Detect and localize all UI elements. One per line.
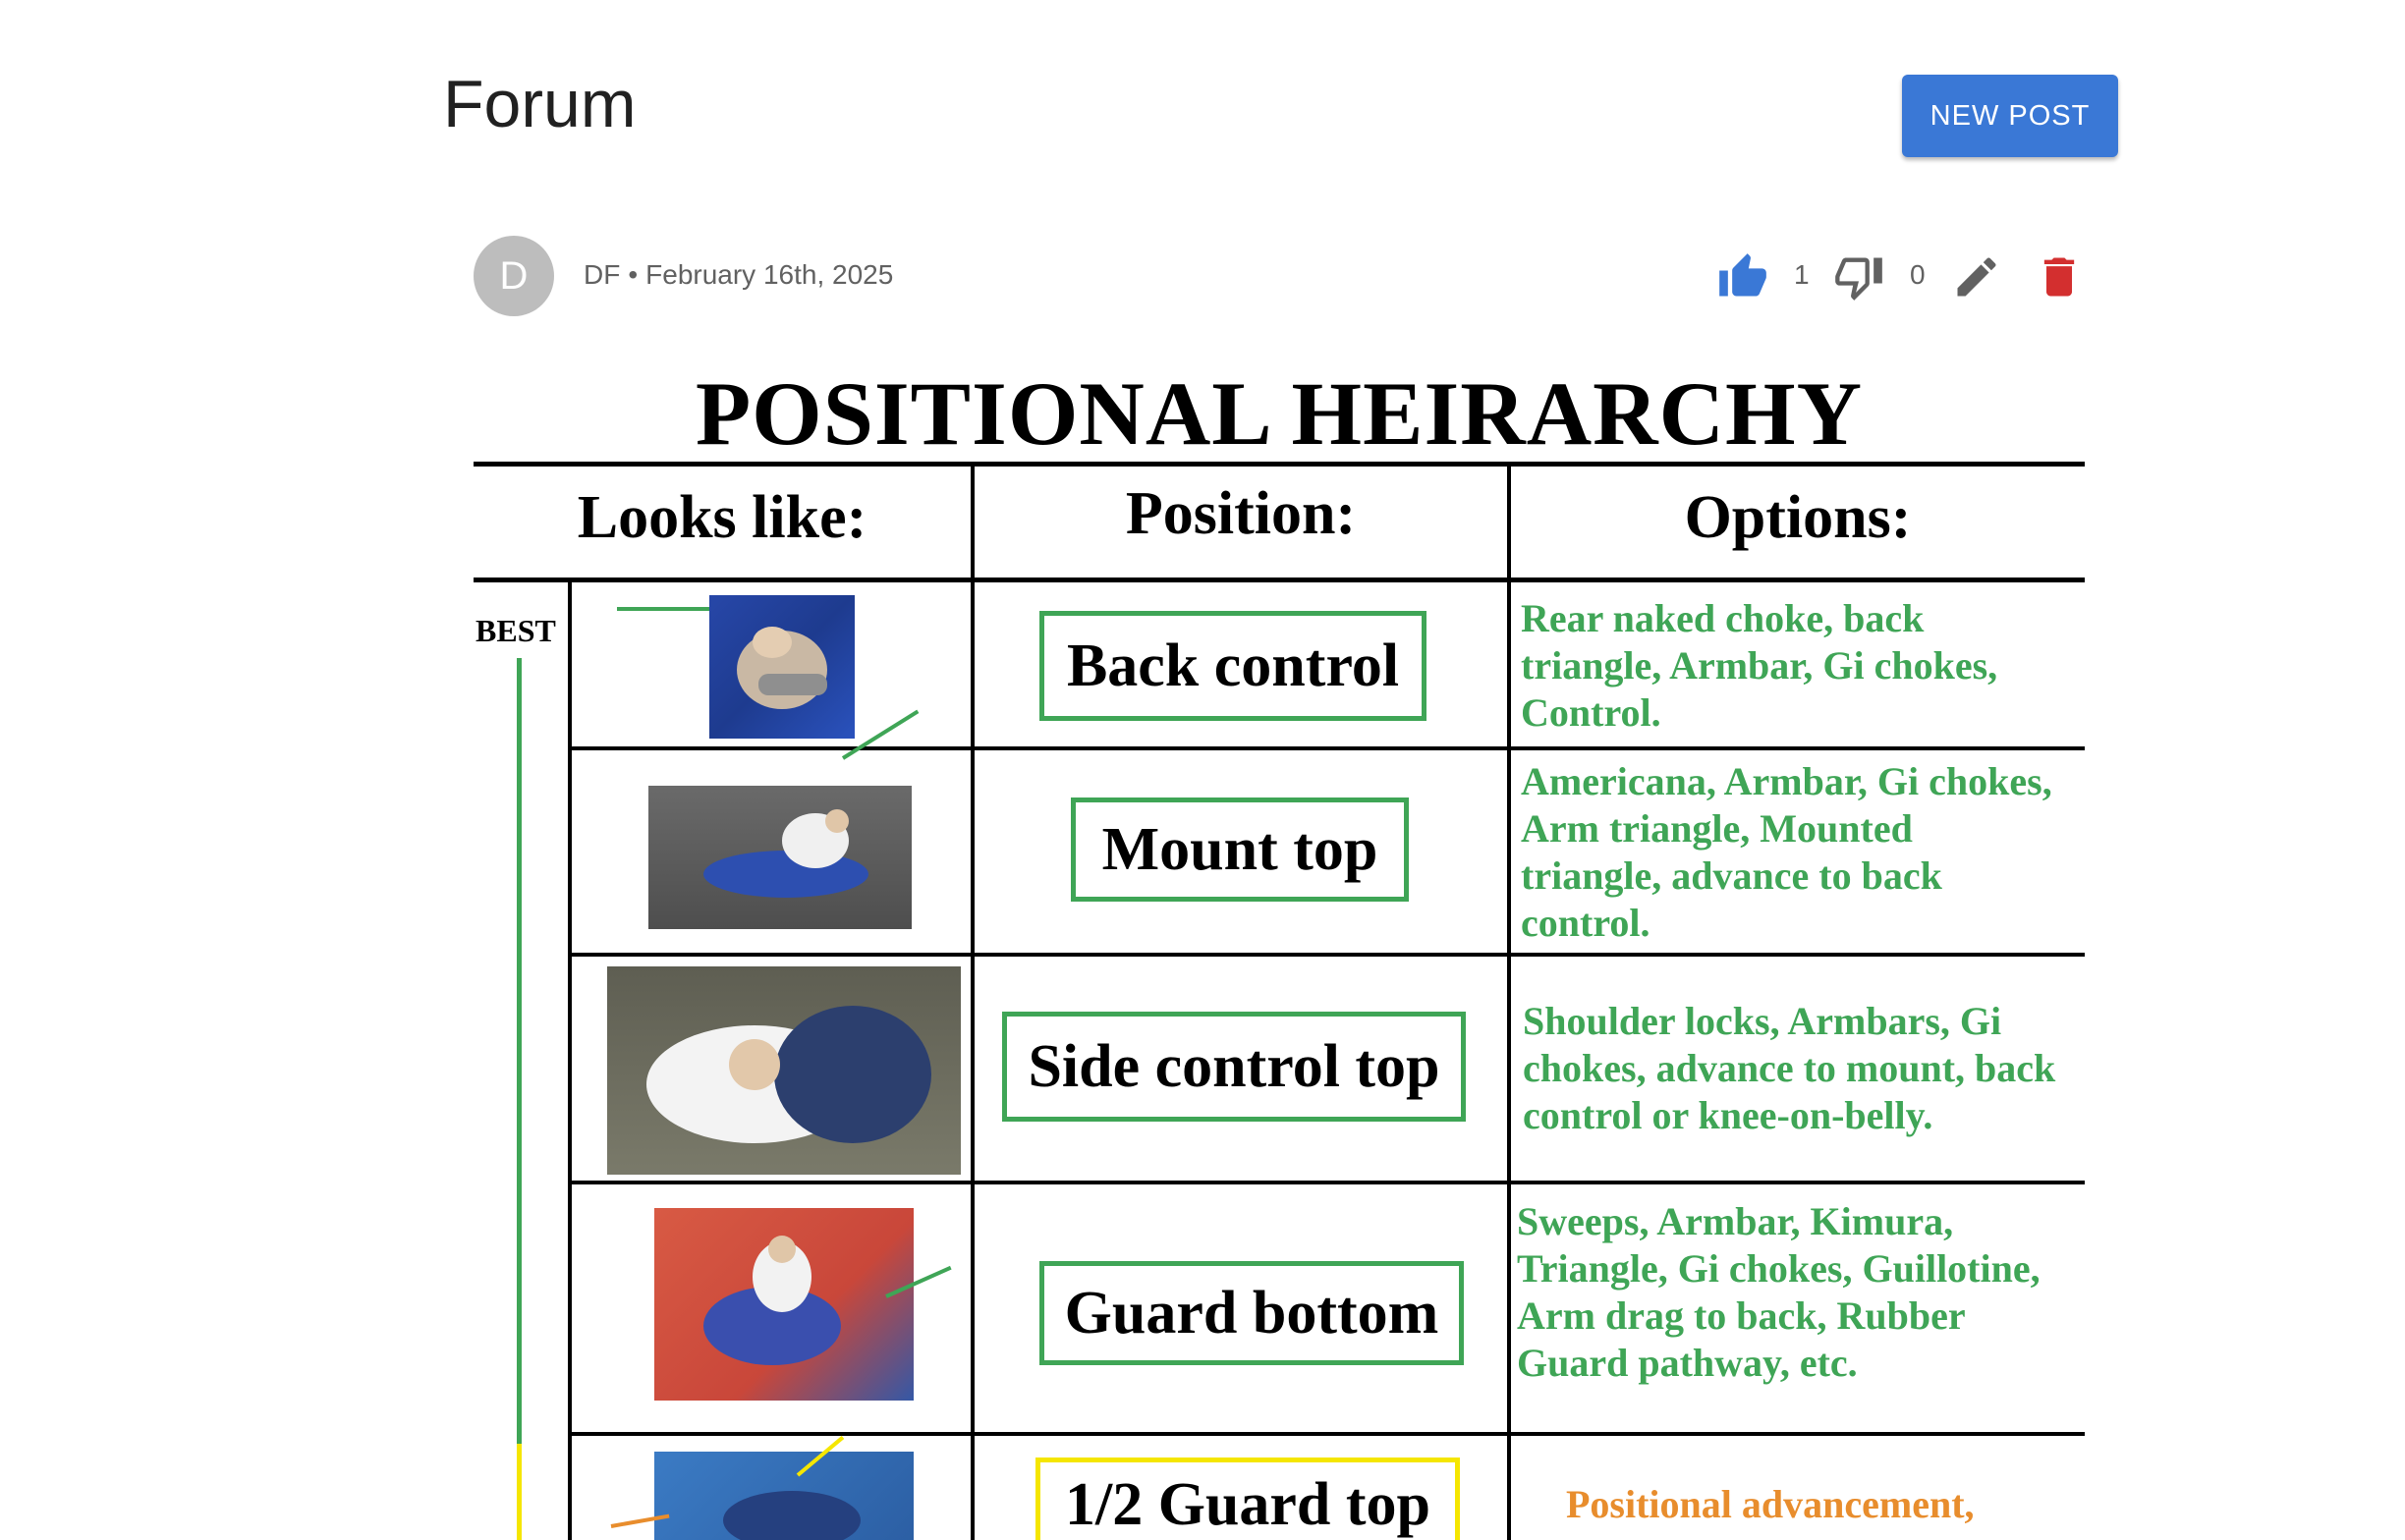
col-line-2: [1507, 464, 1511, 1540]
option-line: Guard pathway, etc.: [1517, 1341, 1858, 1385]
post-image-positional-hierarchy: POSITIONAL HEIRARCHY Looks like: Positio…: [474, 354, 2085, 1540]
row-line-1: [568, 746, 2085, 750]
position-mount-top: Mount top: [1071, 798, 1409, 902]
row-line-2: [568, 953, 2085, 957]
option-line: Positional advancement,: [1566, 1482, 1975, 1526]
table-top-line: [474, 462, 2085, 467]
figure-title: POSITIONAL HEIRARCHY: [695, 363, 1864, 464]
table-header-line: [474, 578, 2085, 582]
header-position: Position:: [1125, 480, 1357, 547]
options-side-control-top: Shoulder locks, Armbars, Gi chokes, adva…: [1523, 998, 2055, 1139]
photo-mount-top: [648, 786, 912, 929]
row-line-3: [568, 1181, 2085, 1184]
option-line: Rear naked choke, back: [1521, 596, 1925, 640]
options-back-control: Rear naked choke, back triangle, Armbar,…: [1521, 595, 1997, 737]
position-side-control-top: Side control top: [1002, 1012, 1466, 1122]
col-line-0: [568, 578, 572, 1540]
thumb-up-icon[interactable]: [1717, 251, 1768, 307]
option-line: Shoulder locks, Armbars, Gi: [1523, 999, 2002, 1043]
option-line: triangle, Armbar, Gi chokes,: [1521, 643, 1998, 688]
pencil-icon[interactable]: [1951, 251, 2002, 307]
like-count: 1: [1794, 259, 1810, 290]
option-line: Arm triangle, Mounted: [1521, 806, 1913, 851]
avatar[interactable]: D: [474, 236, 554, 316]
post-meta: DF • February 16th, 2025: [584, 259, 893, 291]
post-date: February 16th, 2025: [645, 259, 894, 290]
arrow-back-control: [617, 607, 709, 611]
option-line: control.: [1521, 901, 1650, 945]
photo-side-control-top: [607, 966, 961, 1175]
trash-icon[interactable]: [2034, 251, 2085, 307]
photo-guard-bottom: [654, 1208, 914, 1401]
header-options: Options:: [1684, 484, 1912, 551]
option-line: chokes, advance to mount, back: [1523, 1046, 2056, 1090]
position-back-control: Back control: [1039, 611, 1426, 721]
post-header: D DF • February 16th, 2025 1 0: [474, 236, 2085, 316]
option-line: Triangle, Gi chokes, Guillotine,: [1517, 1246, 2041, 1291]
position-guard-bottom: Guard bottom: [1039, 1261, 1464, 1365]
photo-back-control: [709, 595, 855, 739]
options-guard-bottom: Sweeps, Armbar, Kimura, Triangle, Gi cho…: [1517, 1198, 2041, 1387]
option-line: Americana, Armbar, Gi chokes,: [1521, 759, 2052, 803]
options-mount-top: Americana, Armbar, Gi chokes, Arm triang…: [1521, 758, 2052, 947]
option-line: control or knee-on-belly.: [1523, 1093, 1933, 1137]
thumb-down-icon[interactable]: [1833, 251, 1884, 307]
scale-bar-green: [517, 658, 522, 1444]
row-line-4: [568, 1432, 2085, 1436]
position-half-guard-top: 1/2 Guard top: [1035, 1458, 1460, 1540]
page-title: Forum: [443, 67, 637, 141]
scale-bar-yellow: [517, 1444, 522, 1540]
option-line: Arm drag to back, Rubber: [1517, 1293, 1966, 1338]
dislike-count: 0: [1910, 259, 1926, 290]
post-author: DF: [584, 259, 621, 290]
meta-separator: •: [628, 259, 639, 290]
header-looks-like: Looks like:: [577, 484, 867, 551]
photo-half-guard-top: [654, 1452, 914, 1540]
option-line: Control.: [1521, 690, 1661, 735]
option-line: triangle, advance to back: [1521, 853, 1942, 898]
option-line: Sweeps, Armbar, Kimura,: [1517, 1199, 1954, 1243]
best-label: BEST: [475, 613, 556, 648]
new-post-button[interactable]: NEW POST: [1902, 75, 2118, 157]
col-line-1: [971, 464, 975, 1540]
options-half-guard-top: Positional advancement,: [1566, 1481, 1975, 1528]
